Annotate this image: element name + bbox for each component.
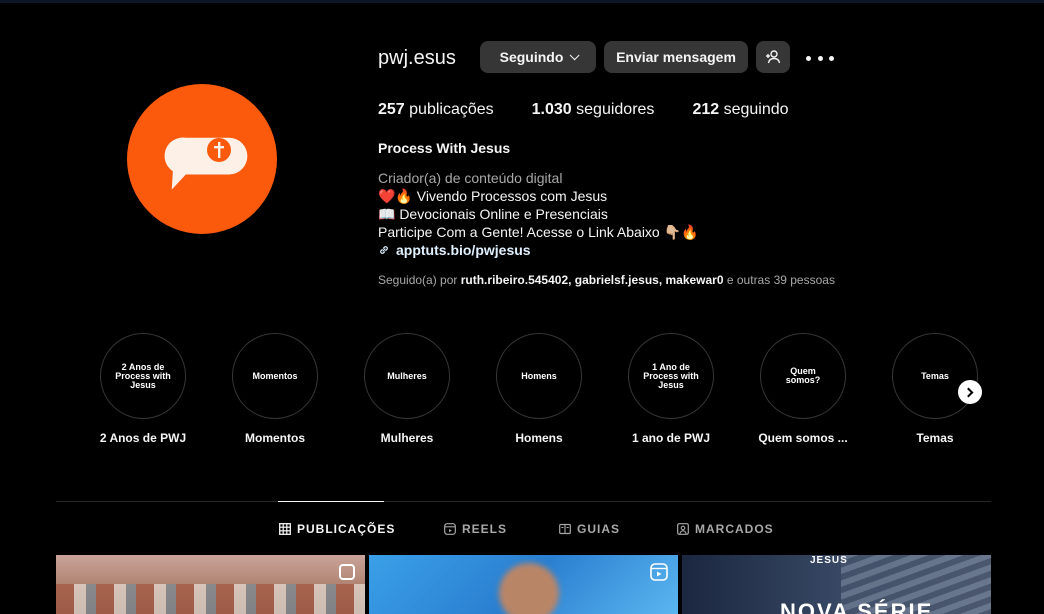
- bio-line: 📖 Devocionais Online e Presenciais: [378, 206, 608, 222]
- highlight-cover: Temas: [892, 333, 978, 419]
- highlight-item[interactable]: Momentos Momentos: [230, 333, 320, 445]
- highlight-label: Quem somos ...: [758, 431, 848, 445]
- highlight-cover: Momentos: [232, 333, 318, 419]
- window-top-border: [0, 0, 1044, 3]
- grid-icon: [279, 523, 291, 535]
- tagged-icon: [677, 523, 689, 535]
- post-thumbnail[interactable]: [56, 555, 365, 614]
- highlight-cover: Mulheres: [364, 333, 450, 419]
- followers-stat[interactable]: 1.030 seguidores: [532, 101, 655, 119]
- profile-avatar[interactable]: [127, 84, 277, 234]
- followers-count: 1.030: [531, 101, 572, 118]
- followers-label: seguidores: [576, 101, 655, 118]
- highlight-label: Mulheres: [380, 431, 434, 445]
- post-brand-text: JESUS: [810, 555, 848, 566]
- profile-username: pwj.esus: [378, 47, 456, 69]
- bio-link-text: apptuts.bio/pwjesus: [396, 242, 531, 258]
- highlight-cover-text: Quem somos?: [785, 366, 821, 385]
- following-button-label: Seguindo: [499, 49, 564, 65]
- highlight-item[interactable]: 1 Ano de Process with Jesus 1 ano de PWJ: [626, 333, 716, 445]
- highlight-cover-text: 2 Anos de Process with Jesus: [115, 361, 171, 390]
- followed-by-users: ruth.ribeiro.545402, gabrielsf.jesus, ma…: [460, 273, 724, 287]
- posts-stat: 257 publicações: [378, 101, 494, 119]
- pwj-logo-icon: [164, 137, 248, 190]
- highlights-next-button[interactable]: [958, 380, 982, 404]
- tab-guides-label: GUIAS: [577, 522, 621, 536]
- highlight-item[interactable]: Mulheres Mulheres: [362, 333, 452, 445]
- highlight-item[interactable]: 2 Anos de Process with Jesus 2 Anos de P…: [98, 333, 188, 445]
- highlight-cover-text: Mulheres: [387, 370, 427, 381]
- active-tab-indicator: [278, 501, 384, 502]
- chevron-down-icon: [570, 49, 580, 60]
- following-stat[interactable]: 212 seguindo: [692, 101, 788, 119]
- highlight-item[interactable]: Quem somos? Quem somos ...: [758, 333, 848, 445]
- highlight-label: 1 ano de PWJ: [631, 431, 711, 445]
- posts-count: 257: [378, 101, 405, 118]
- send-message-button[interactable]: Enviar mensagem: [604, 41, 748, 73]
- post-image-content: [56, 584, 365, 614]
- bio-line: Participe Com a Gente! Acesse o Link Aba…: [378, 224, 699, 240]
- following-label: seguindo: [723, 101, 789, 118]
- highlight-cover-text: Temas: [921, 370, 949, 381]
- reel-icon: [650, 563, 668, 581]
- highlight-cover: 2 Anos de Process with Jesus: [100, 333, 186, 419]
- followed-by-prefix: Seguido(a) por: [378, 273, 458, 287]
- followed-by[interactable]: Seguido(a) por ruth.ribeiro.545402, gabr…: [378, 273, 835, 287]
- tab-posts-label: PUBLICAÇÕES: [297, 522, 396, 536]
- highlight-label: 2 Anos de PWJ: [99, 431, 187, 445]
- tabs-divider: [56, 501, 991, 502]
- chevron-right-icon: [963, 387, 974, 397]
- bio-line: ❤️🔥 Vivendo Processos com Jesus: [378, 188, 608, 204]
- highlight-cover: 1 Ano de Process with Jesus: [628, 333, 714, 419]
- tab-guides[interactable]: GUIAS: [559, 522, 620, 536]
- post-image-content: [499, 563, 559, 614]
- tab-tagged-label: MARCADOS: [695, 522, 774, 536]
- suggest-users-button[interactable]: [756, 41, 790, 73]
- highlight-cover: Quem somos?: [760, 333, 846, 419]
- add-user-icon: [766, 50, 781, 64]
- profile-full-name: Process With Jesus: [378, 140, 511, 156]
- post-title-text: NOVA SÉRIE: [780, 599, 934, 614]
- tab-reels[interactable]: REELS: [444, 522, 507, 536]
- bio-link[interactable]: apptuts.bio/pwjesus: [378, 241, 698, 259]
- send-message-label: Enviar mensagem: [616, 49, 736, 65]
- more-options-icon[interactable]: [806, 48, 834, 68]
- highlight-cover-text: 1 Ano de Process with Jesus: [643, 361, 699, 390]
- reels-icon: [444, 523, 456, 535]
- tab-posts[interactable]: PUBLICAÇÕES: [279, 522, 395, 536]
- highlight-cover-text: Homens: [521, 370, 557, 381]
- highlight-cover: Homens: [496, 333, 582, 419]
- tab-tagged[interactable]: MARCADOS: [677, 522, 774, 536]
- followed-by-suffix: e outras 39 pessoas: [726, 273, 835, 287]
- carousel-icon: [339, 564, 355, 580]
- tab-reels-label: REELS: [462, 522, 508, 536]
- guides-icon: [559, 523, 571, 535]
- highlight-label: Temas: [916, 431, 954, 445]
- highlight-label: Homens: [515, 431, 563, 445]
- highlight-cover-text: Momentos: [252, 370, 298, 381]
- post-thumbnail[interactable]: JESUS NOVA SÉRIE: [682, 555, 991, 614]
- highlight-item[interactable]: Homens Homens: [494, 333, 584, 445]
- link-icon: [380, 246, 388, 254]
- posts-label: publicações: [409, 101, 494, 118]
- profile-stats: 257 publicações 1.030 seguidores 212 seg…: [378, 101, 827, 119]
- highlight-label: Momentos: [245, 431, 305, 445]
- profile-category: Criador(a) de conteúdo digital: [378, 170, 563, 186]
- following-button[interactable]: Seguindo: [480, 41, 596, 73]
- profile-bio: Criador(a) de conteúdo digital ❤️🔥 Viven…: [378, 169, 698, 259]
- following-count: 212: [692, 101, 720, 118]
- post-thumbnail[interactable]: [369, 555, 678, 614]
